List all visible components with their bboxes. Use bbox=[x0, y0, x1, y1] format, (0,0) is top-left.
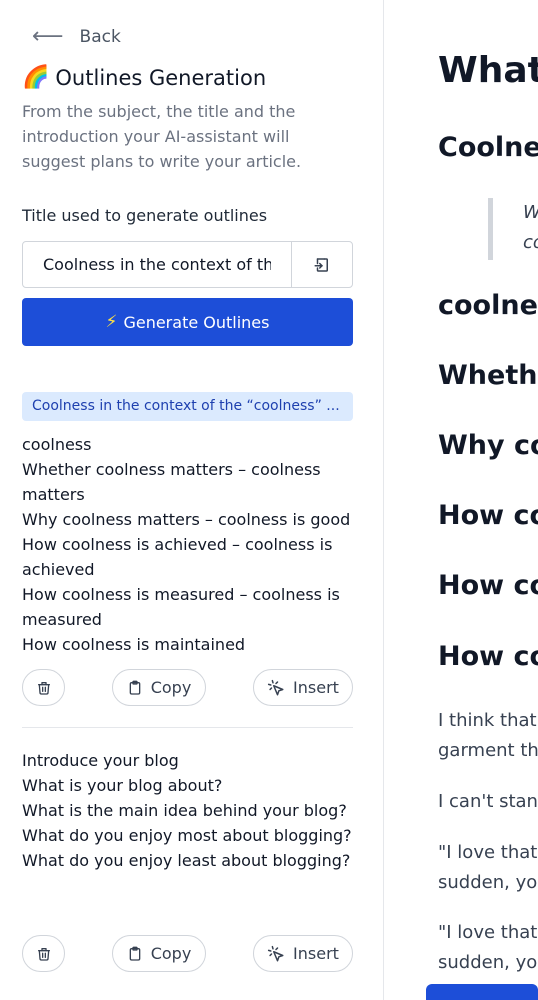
outline-divider bbox=[22, 727, 353, 728]
paragraph-line: I think that bbox=[438, 710, 537, 731]
article-heading: How co bbox=[438, 570, 538, 601]
paragraph-line: "I love that bbox=[438, 922, 538, 943]
outline-item: How coolness is maintained bbox=[22, 635, 246, 654]
back-label: Back bbox=[79, 27, 121, 47]
outline-item: Whether coolness matters – coolness matt… bbox=[22, 460, 321, 504]
article-heading: coolnes bbox=[438, 290, 538, 321]
outline-item: What is the main idea behind your blog? bbox=[22, 801, 347, 820]
title-field-label: Title used to generate outlines bbox=[22, 206, 268, 225]
outline-item: How coolness is measured – coolness is m… bbox=[22, 585, 340, 629]
outline-item: Introduce your blog bbox=[22, 751, 179, 770]
quote-line: co bbox=[523, 232, 538, 253]
outline-item: What do you enjoy least about blogging? bbox=[22, 851, 351, 870]
lightning-icon: ⚡ bbox=[105, 312, 118, 332]
outline-actions: Copy Insert bbox=[22, 669, 353, 707]
paste-icon bbox=[314, 257, 328, 272]
article-title: What bbox=[438, 50, 538, 91]
article-heading: Coolne bbox=[438, 132, 538, 163]
rainbow-icon: 🌈 bbox=[22, 65, 50, 90]
article-blockquote: W co bbox=[488, 198, 538, 260]
panel-title: Outlines Generation bbox=[55, 66, 267, 90]
trash-icon bbox=[37, 681, 50, 695]
insert-label: Insert bbox=[293, 944, 339, 963]
outline-item: What do you enjoy most about blogging? bbox=[22, 826, 352, 845]
outline-actions: Copy Insert bbox=[22, 935, 353, 973]
cursor-click-icon bbox=[267, 945, 284, 961]
clipboard-icon bbox=[129, 946, 141, 961]
insert-outline-button[interactable]: Insert bbox=[253, 935, 353, 972]
article-heading: How co bbox=[438, 641, 538, 672]
copy-outline-button[interactable]: Copy bbox=[112, 669, 206, 706]
paragraph-line: garment th bbox=[438, 740, 538, 761]
outline-item: Why coolness matters – coolness is good bbox=[22, 510, 351, 529]
copy-outline-button[interactable]: Copy bbox=[112, 935, 206, 972]
delete-outline-button[interactable] bbox=[22, 669, 65, 706]
panel-header: 🌈 Outlines Generation bbox=[22, 66, 266, 90]
paragraph-line: "I love that bbox=[438, 842, 538, 863]
insert-outline-button[interactable]: Insert bbox=[253, 669, 353, 706]
article-paragraph: "I love that sudden, yo bbox=[438, 918, 537, 978]
clipboard-icon bbox=[129, 680, 141, 695]
generate-outlines-label: Generate Outlines bbox=[123, 312, 270, 332]
article-paragraph: "I love that sudden, yo bbox=[438, 838, 537, 898]
paragraph-line: sudden, yo bbox=[438, 952, 538, 973]
outline-list: coolness Whether coolness matters – cool… bbox=[22, 432, 362, 657]
generate-outlines-button[interactable]: ⚡ Generate Outlines bbox=[22, 298, 353, 346]
paste-title-button[interactable] bbox=[291, 242, 352, 287]
outline-item: How coolness is achieved – coolness is a… bbox=[22, 535, 333, 579]
trash-icon bbox=[37, 947, 50, 961]
article-heading: Why co bbox=[438, 430, 538, 461]
bottom-action-bar[interactable] bbox=[426, 984, 538, 1000]
delete-outline-button[interactable] bbox=[22, 935, 65, 972]
copy-label: Copy bbox=[150, 678, 192, 697]
outline-item: coolness bbox=[22, 435, 92, 454]
insert-label: Insert bbox=[293, 678, 339, 697]
outline-list: Introduce your blog What is your blog ab… bbox=[22, 748, 362, 873]
copy-label: Copy bbox=[150, 944, 192, 963]
article-paragraph: I think that garment th bbox=[438, 706, 538, 766]
title-input-group bbox=[22, 241, 353, 288]
paragraph-line: sudden, yo bbox=[438, 872, 538, 893]
outline-source-badge: Coolness in the context of the “coolness… bbox=[22, 392, 353, 421]
article-paragraph: I can't stan bbox=[438, 791, 538, 812]
outline-item: What is your blog about? bbox=[22, 776, 223, 795]
arrow-left-icon: ⟵ bbox=[32, 24, 64, 49]
article-heading: Whethe bbox=[438, 360, 538, 391]
outlines-sidebar: ⟵ Back 🌈 Outlines Generation From the su… bbox=[0, 0, 384, 1000]
cursor-click-icon bbox=[267, 679, 284, 695]
quote-line: W bbox=[523, 198, 538, 228]
article-heading: How co bbox=[438, 500, 538, 531]
article-editor[interactable]: What Coolne W co coolnes Whethe Why co H… bbox=[384, 0, 538, 1000]
panel-description: From the subject, the title and the intr… bbox=[22, 102, 302, 171]
title-input[interactable] bbox=[23, 242, 291, 287]
back-button[interactable]: ⟵ Back bbox=[32, 26, 121, 48]
